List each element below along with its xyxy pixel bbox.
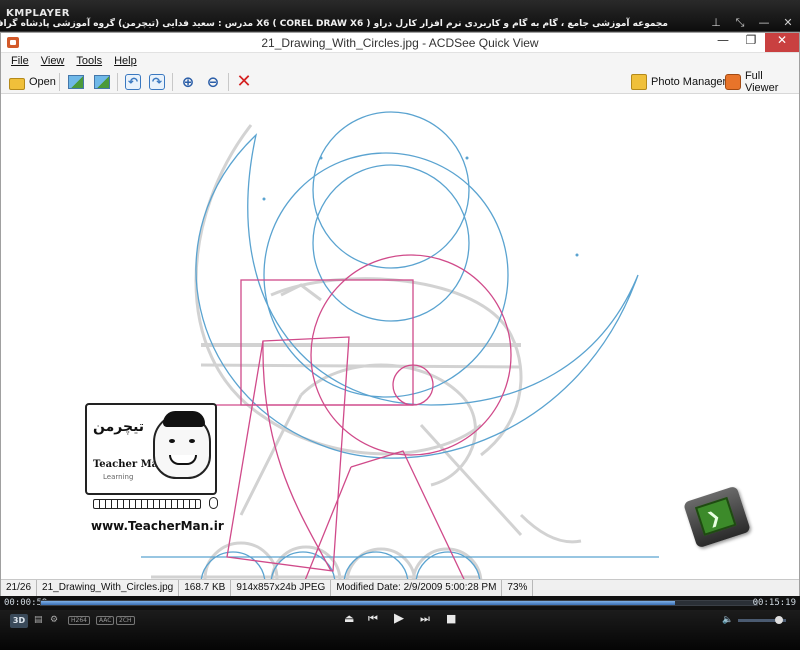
watermark-mouse [209,497,218,509]
photo-manager-label: Photo Manager [651,76,727,88]
status-modified-date: Modified Date: 2/9/2009 5:00:28 PM [331,580,503,596]
photo-manager-icon [631,74,647,90]
delete-button[interactable]: ✕ [236,73,252,91]
kmplayer-window-controls: ⊥ ⤡ — ✕ [710,16,794,30]
audio-channels-badge: 2CH [116,616,135,625]
toolbar-separator [172,73,173,91]
window-buttons: — ❐ ✕ [709,33,799,52]
toolbar-separator [117,73,118,91]
menu-help[interactable]: Help [114,53,137,70]
full-viewer-label: Full Viewer [744,70,779,94]
stop-button[interactable]: ■ [446,612,456,625]
previous-button[interactable]: ⏮ [368,612,378,626]
status-dimensions: 914x857x24b JPEG [231,580,332,596]
compact-mode-icon[interactable]: ⤡ [734,16,746,30]
kmplayer-video-title: مجموعه آموزشی جامع ، گام به گام و کاربرد… [0,19,668,29]
pin-icon[interactable]: ⊥ [710,16,722,30]
volume-knob[interactable] [775,616,783,624]
3d-mode-button[interactable]: 3D [10,614,28,628]
menu-view[interactable]: View [41,53,65,70]
eject-button[interactable]: ⏏ [344,612,354,625]
next-button[interactable]: ⏭ [420,612,430,626]
delete-icon: ✕ [236,71,252,92]
rotate-left-icon: ↶ [125,74,141,90]
video-codec-badge: H264 [68,616,90,625]
acdsee-window: 21_Drawing_With_Circles.jpg - ACDSee Qui… [0,32,800,596]
rotate-left-button[interactable]: ↶ [125,73,141,91]
next-image-button[interactable] [94,73,110,91]
next-image-icon [94,75,110,89]
audio-codec-badge: AAC [96,616,115,625]
seek-slider[interactable] [40,600,758,606]
magenta-construction-shapes [201,254,512,579]
minimize-icon[interactable]: — [758,16,770,30]
status-zoom: 73% [502,580,534,596]
statusbar: 21/26 21_Drawing_With_Circles.jpg 168.7 … [1,579,799,596]
zoom-out-button[interactable]: ⊖ [205,73,221,91]
status-index: 21/26 [1,580,38,596]
open-label: Open [29,76,56,88]
settings-gear-icon[interactable]: ⚙ [50,615,58,625]
playlist-icon[interactable]: ▤ [34,615,43,625]
folder-icon [9,77,25,90]
full-viewer-button[interactable]: Full Viewer [725,70,799,94]
construction-points [262,156,579,257]
watermark-subtitle: Learning [103,473,134,481]
full-viewer-icon [725,74,741,90]
close-icon[interactable]: ✕ [782,16,794,30]
restore-button[interactable]: ❐ [737,33,765,52]
rotate-right-button[interactable]: ↷ [149,73,165,91]
teacherman-watermark: تیچرمن Teacher Man Learning [77,395,227,527]
previous-image-button[interactable] [68,73,84,91]
window-title: 21_Drawing_With_Circles.jpg - ACDSee Qui… [261,36,539,50]
watermark-logo: تیچرمن [93,419,145,435]
play-button[interactable]: ▶ [394,611,404,626]
window-titlebar[interactable]: 21_Drawing_With_Circles.jpg - ACDSee Qui… [1,33,799,53]
toolbar: Open ↶ ↷ ⊕ ⊖ ✕ Photo Manager Full Viewer [1,70,799,94]
previous-image-icon [68,75,84,89]
speaker-icon[interactable]: 🔈 [722,615,733,625]
watermark-url: www.TeacherMan.ir [91,519,224,533]
rotate-right-icon: ↷ [149,74,165,90]
kmplayer-titlebar[interactable]: KMPLAYER مجموعه آموزشی جامع ، گام به گام… [0,0,800,32]
zoom-in-icon: ⊕ [181,73,195,91]
total-time: 00:15:19 [752,598,796,608]
seek-progress-fill [41,601,675,605]
kmplayer-controlbar: 3D ▤ ⚙ H264 AAC 2CH ⏏ ⏮ ▶ ⏭ ■ 🔈 [0,610,800,650]
toolbar-separator [59,73,60,91]
close-button[interactable]: ✕ [765,33,799,52]
status-filesize: 168.7 KB [179,580,232,596]
toolbar-separator [228,73,229,91]
zoom-in-button[interactable]: ⊕ [180,73,196,91]
kmplayer-seekbar-area: 00:00:59 00:15:19 [0,596,800,610]
cartoon-face-illustration [153,411,211,479]
status-filename: 21_Drawing_With_Circles.jpg [37,580,180,596]
open-button[interactable]: Open [9,73,56,91]
menubar: File View Tools Help [1,53,799,70]
screen: KMPLAYER مجموعه آموزشی جامع ، گام به گام… [0,0,800,650]
zoom-out-icon: ⊖ [206,73,220,91]
menu-tools[interactable]: Tools [76,53,102,70]
kmplayer-logo: KMPLAYER [6,8,70,19]
image-canvas[interactable]: تیچرمن Teacher Man Learning www.TeacherM… [1,95,799,579]
watermark-keyboard [93,499,201,509]
watermark-monitor: تیچرمن Teacher Man Learning [85,403,217,495]
minimize-button[interactable]: — [709,33,737,52]
photo-manager-button[interactable]: Photo Manager [631,73,726,91]
menu-file[interactable]: File [11,53,29,70]
